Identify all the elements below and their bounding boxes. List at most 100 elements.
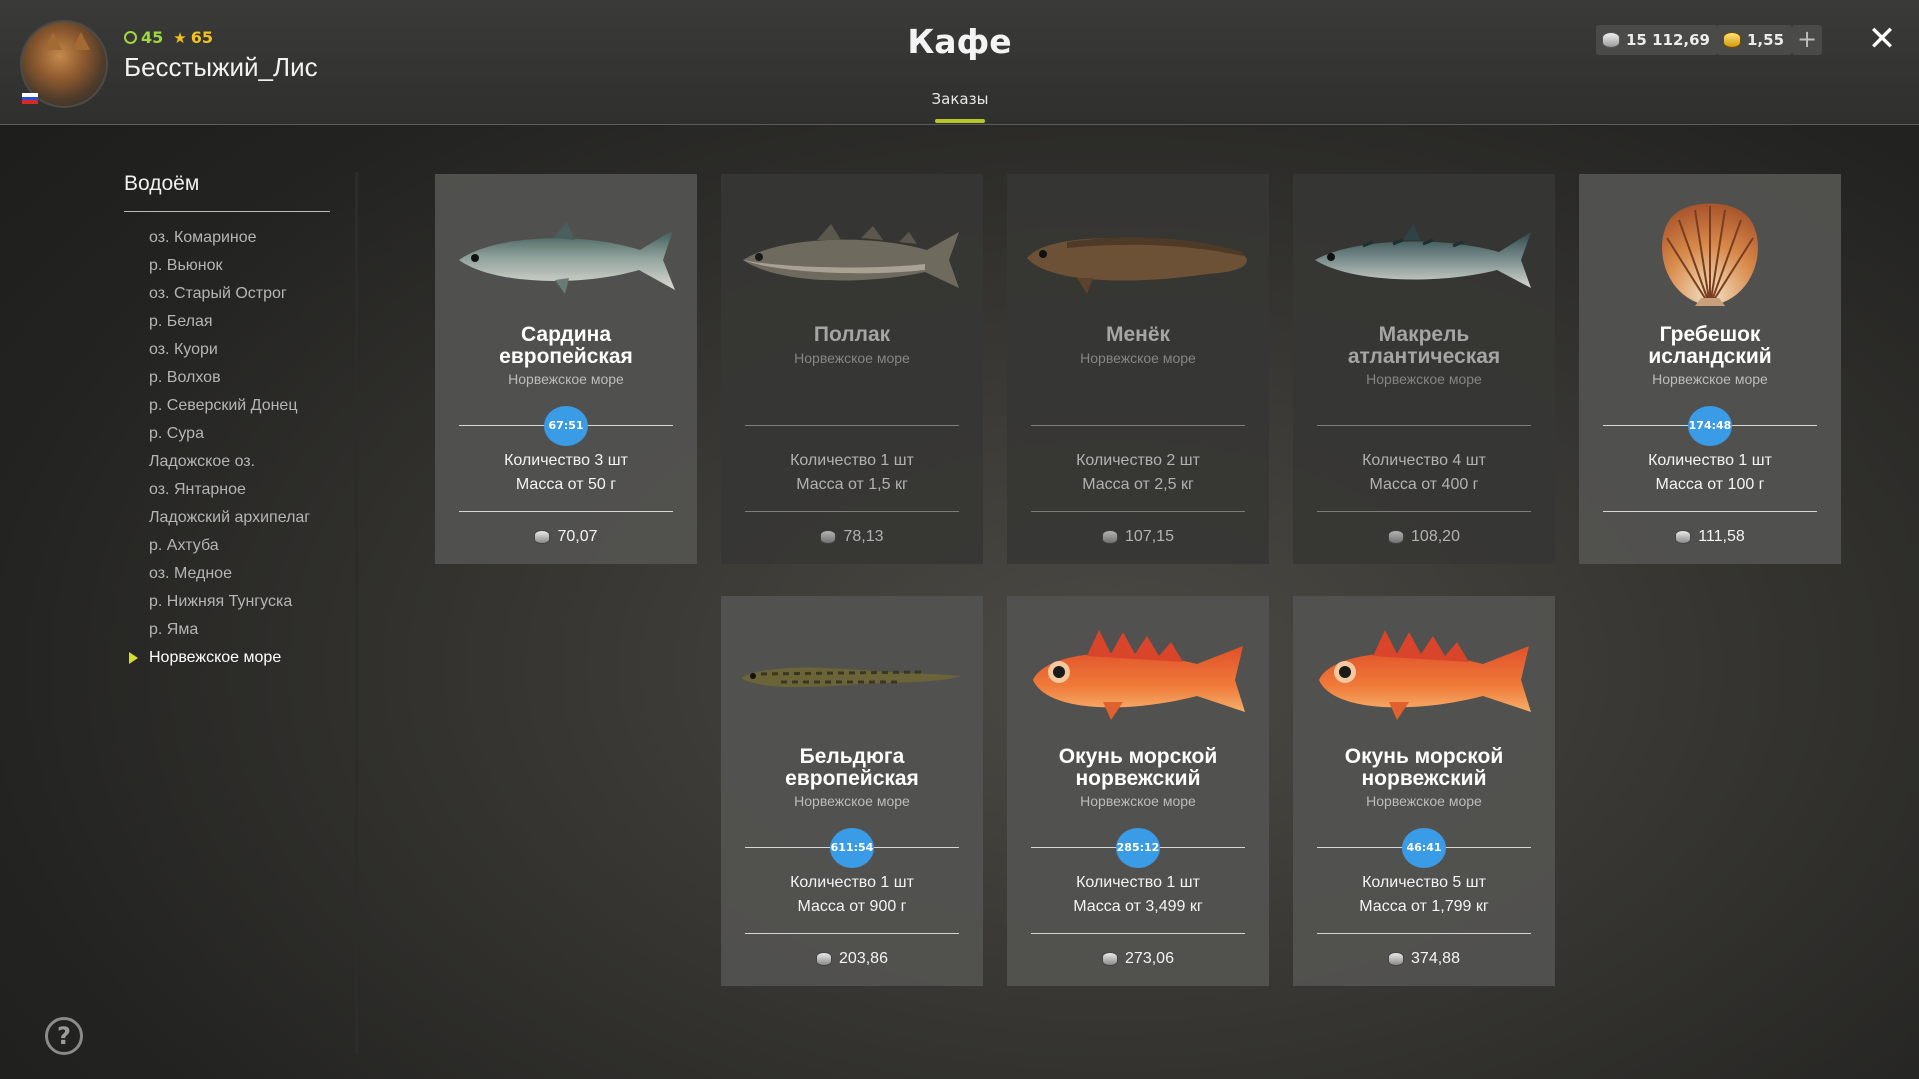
sidebar-item[interactable]: Норвежское море [129,646,310,674]
sidebar-item-label: Ладожское оз. [149,453,256,470]
sidebar-item[interactable]: оз. Янтарное [149,478,310,506]
order-card[interactable]: Окунь морской норвежский Норвежское море 46… [1293,596,1555,986]
sidebar-item-label: р. Вьюнок [149,257,223,274]
order-location: Норвежское море [794,350,910,366]
order-quantity: Количество 1 шт [790,452,914,469]
gold-coin-icon [1723,32,1741,48]
order-quantity: Количество 4 шт [1362,452,1486,469]
sidebar-item[interactable]: оз. Куори [149,338,310,366]
order-item-name: Поллак [721,324,983,346]
silver-coin-icon [820,530,837,544]
order-mass: Масса от 50 г [515,476,617,493]
order-quantity: Количество 1 шт [1076,874,1200,891]
sidebar-item[interactable]: р. Ахтуба [149,534,310,562]
sidebar-item[interactable]: оз. Старый Острог [149,282,310,310]
redfish-icon [1293,616,1555,736]
sidebar-item[interactable]: р. Белая [149,310,310,338]
sidebar-item[interactable]: р. Волхов [149,366,310,394]
order-requirements: Количество 4 шт Масса от 400 г [1293,449,1555,497]
order-mass: Масса от 1,799 кг [1359,898,1489,915]
sidebar-item[interactable]: Ладожский архипелаг [149,506,310,534]
order-item-name-line: европейская [785,767,919,790]
order-item-name: Гребешок исландский [1579,324,1841,368]
silver-coin-icon [1675,530,1692,544]
order-location: Норвежское море [508,371,624,387]
order-item-name-line: Гребешок [1659,323,1761,346]
order-requirements: Количество 3 шт Масса от 50 г [435,449,697,497]
order-timer-badge: 611:54 [830,828,874,868]
order-reward: 203,86 [721,950,983,968]
order-item-name-line: европейская [499,345,633,368]
silver-coin-icon [1602,32,1620,48]
order-item-name: Окунь морской норвежский [1007,746,1269,790]
order-card[interactable]: Бельдюга европейская Норвежское море 611:54… [721,596,983,986]
order-card[interactable]: Менёк Норвежское море Количество 2 шт Масса… [1007,174,1269,564]
order-item-name: Макрель атлантическая [1293,324,1555,368]
gold-balance: 1,55 [1717,25,1793,55]
silver-coin-icon [1102,952,1119,966]
sidebar-item[interactable]: р. Нижняя Тунгуска [149,590,310,618]
order-price: 111,58 [1698,528,1745,545]
sidebar-divider-line [124,211,330,212]
silver-coin-icon [1102,530,1119,544]
order-price: 374,88 [1411,950,1460,967]
sidebar-item[interactable]: оз. Комариное [149,226,310,254]
order-reward: 108,20 [1293,528,1555,546]
sidebar-title: Водоём [124,172,200,195]
order-item-name-line: норвежский [1361,767,1487,790]
order-quantity: Количество 1 шт [1648,452,1772,469]
order-quantity: Количество 5 шт [1362,874,1486,891]
sidebar-item-label: Норвежское море [149,649,282,666]
order-reward: 107,15 [1007,528,1269,546]
order-item-name: Окунь морской норвежский [1293,746,1555,790]
sidebar-item-label: оз. Медное [149,565,232,582]
order-card[interactable]: Макрель атлантическая Норвежское море Колич… [1293,174,1555,564]
sidebar-item-label: оз. Куори [149,341,218,358]
order-price: 78,13 [843,528,884,545]
order-requirements: Количество 2 шт Масса от 2,5 кг [1007,449,1269,497]
sidebar-separator [355,172,358,1054]
sidebar-item[interactable]: р. Вьюнок [149,254,310,282]
order-reward: 78,13 [721,528,983,546]
help-button[interactable]: ? [45,1017,83,1055]
order-location: Норвежское море [1366,793,1482,809]
sidebar-item[interactable]: р. Яма [149,618,310,646]
order-card[interactable]: Сардина европейская Норвежское море 67:51 Ко… [435,174,697,564]
order-reward: 111,58 [1579,528,1841,546]
order-card[interactable]: Поллак Норвежское море Количество 1 шт Масс… [721,174,983,564]
order-item-name-line: Бельдюга [799,745,905,768]
order-quantity: Количество 3 шт [504,452,628,469]
order-price: 70,07 [557,528,598,545]
redfish-icon [1007,616,1269,736]
order-item-name-line: атлантическая [1347,345,1501,368]
card-divider [745,425,959,426]
close-button[interactable]: ✕ [1864,20,1900,58]
order-location: Норвежское море [1366,371,1482,387]
sidebar-item-label: р. Нижняя Тунгуска [149,593,293,610]
order-card[interactable]: Окунь морской норвежский Норвежское море 28… [1007,596,1269,986]
order-price: 108,20 [1411,528,1460,545]
card-divider [1317,511,1531,512]
sidebar-item[interactable]: р. Сура [149,422,310,450]
tab-orders[interactable]: Заказы [924,90,996,108]
active-arrow-icon [129,652,138,664]
scallop-shell-icon [1579,194,1841,314]
sidebar-item-label: р. Северский Донец [149,397,298,414]
order-card[interactable]: Гребешок исландский Норвежское море 174:48 К… [1579,174,1841,564]
eelpout-fish-icon [721,616,983,736]
sidebar-item-label: р. Ахтуба [149,537,219,554]
order-item-name-line: норвежский [1075,767,1201,790]
order-item-name-line: Окунь морской [1344,745,1504,768]
add-currency-button[interactable]: + [1792,25,1822,55]
card-divider [459,511,673,512]
sidebar-item[interactable]: Ладожское оз. [149,450,310,478]
order-requirements: Количество 1 шт Масса от 1,5 кг [721,449,983,497]
mackerel-fish-icon [1293,194,1555,314]
order-mass: Масса от 3,499 кг [1073,898,1203,915]
sidebar-item-label: оз. Янтарное [149,481,246,498]
order-reward: 273,06 [1007,950,1269,968]
sidebar-item[interactable]: р. Северский Донец [149,394,310,422]
order-item-name-line: исландский [1648,345,1772,368]
sidebar-item[interactable]: оз. Медное [149,562,310,590]
silver-coin-icon [534,530,551,544]
